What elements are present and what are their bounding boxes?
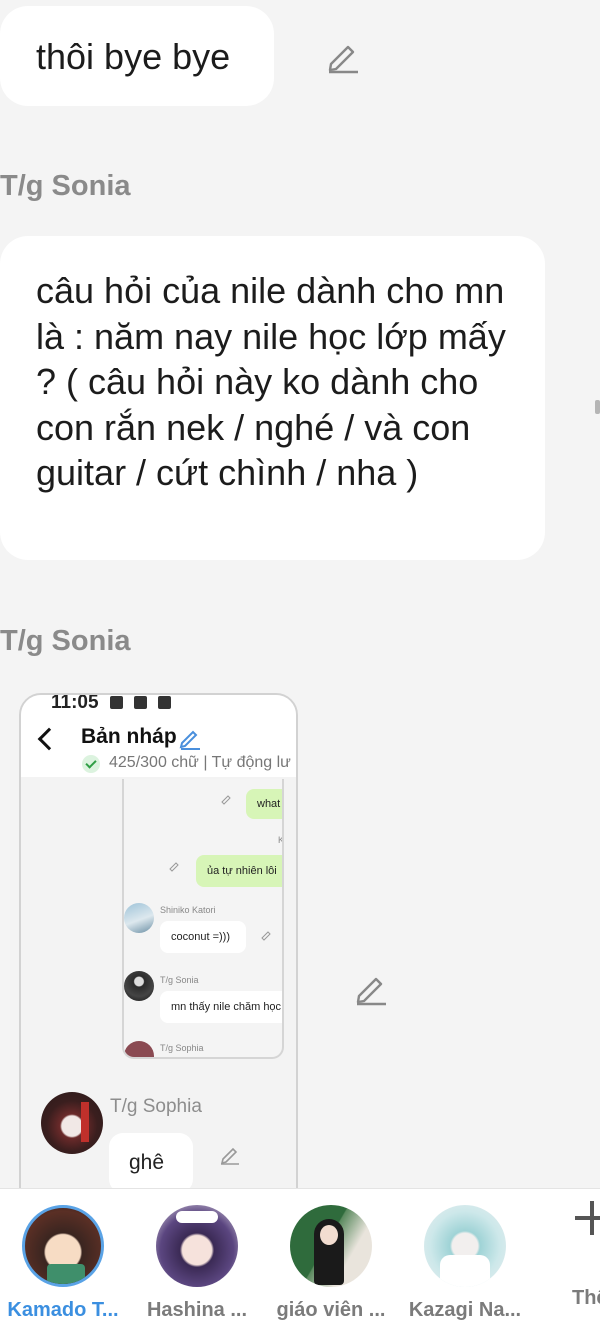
character-item[interactable]: Kamado T... [0,1201,128,1321]
status-time-text: 11:05 [51,693,99,713]
avatar [124,971,154,1001]
add-character-icon[interactable] [575,1201,600,1235]
character-selector-bar: Kamado T... Hashina ... giáo viên ... Ka… [0,1188,600,1335]
character-name: Kazagi Na... [408,1299,522,1321]
edit-pencil-icon [220,1147,239,1165]
character-avatar [290,1205,372,1287]
character-item[interactable]: giáo viên ... [266,1201,396,1321]
message-text: câu hỏi của nile dành cho mn là : năm na… [36,270,506,493]
scroll-hint [595,400,600,414]
edit-pencil-icon[interactable] [351,969,389,1007]
check-circle-icon [82,755,100,773]
inner-message: ghê [109,1133,193,1193]
character-name: Kamado T... [7,1299,119,1321]
character-avatar [156,1205,238,1287]
avatar [41,1092,103,1154]
edit-pencil-icon [261,931,271,941]
inner-sender: T/g Sonia [160,975,199,985]
inner-message: ủa tự nhiên lôi [196,855,282,887]
screenshot-header: 11:05 Bản nháp 425/300 chữ | Tự động lư [21,693,296,777]
status-time: 11:05 [51,693,172,714]
message-bubble[interactable]: câu hỏi của nile dành cho mn là : năm na… [0,236,545,560]
inner-sender: Shiniko Katori [160,905,216,915]
word-count-status: 425/300 chữ | Tự động lư [109,754,291,771]
character-avatar [22,1205,104,1287]
message-bubble[interactable]: thôi bye bye [0,6,274,106]
add-character-label[interactable]: Thê [572,1287,600,1310]
message-text: thôi bye bye [36,36,231,77]
embedded-screenshot[interactable]: 11:05 Bản nháp 425/300 chữ | Tự động lư … [19,693,298,1213]
edit-title-icon [179,730,200,750]
nested-chat: what K ủa tự nhiên lôi Shiniko Katori co… [122,779,284,1059]
inner-message: mn thấy nile chăm học [160,991,282,1023]
inner-message: K [278,835,284,845]
sender-name: T/g Sonia [0,170,131,202]
character-name: giáo viên ... [276,1299,386,1321]
draft-title: Bản nháp [81,725,177,748]
edit-pencil-icon [221,795,231,805]
avatar [124,1041,154,1057]
inner-message: what [246,789,282,819]
character-avatar [424,1205,506,1287]
alert-icon [134,696,148,709]
gallery-icon [109,696,123,709]
check-box-icon [158,696,172,709]
sender-name: T/g Sophia [110,1096,202,1117]
avatar [124,903,154,933]
character-item[interactable]: Kazagi Na... [400,1201,530,1321]
sender-name: T/g Sonia [0,625,131,657]
inner-message: coconut =))) [160,921,246,953]
inner-sender: T/g Sophia [160,1043,204,1053]
edit-pencil-icon[interactable] [323,37,361,75]
edit-pencil-icon [169,862,179,872]
character-name: Hashina ... [146,1299,248,1321]
character-item[interactable]: Hashina ... [132,1201,262,1321]
back-arrow-icon [37,727,61,751]
